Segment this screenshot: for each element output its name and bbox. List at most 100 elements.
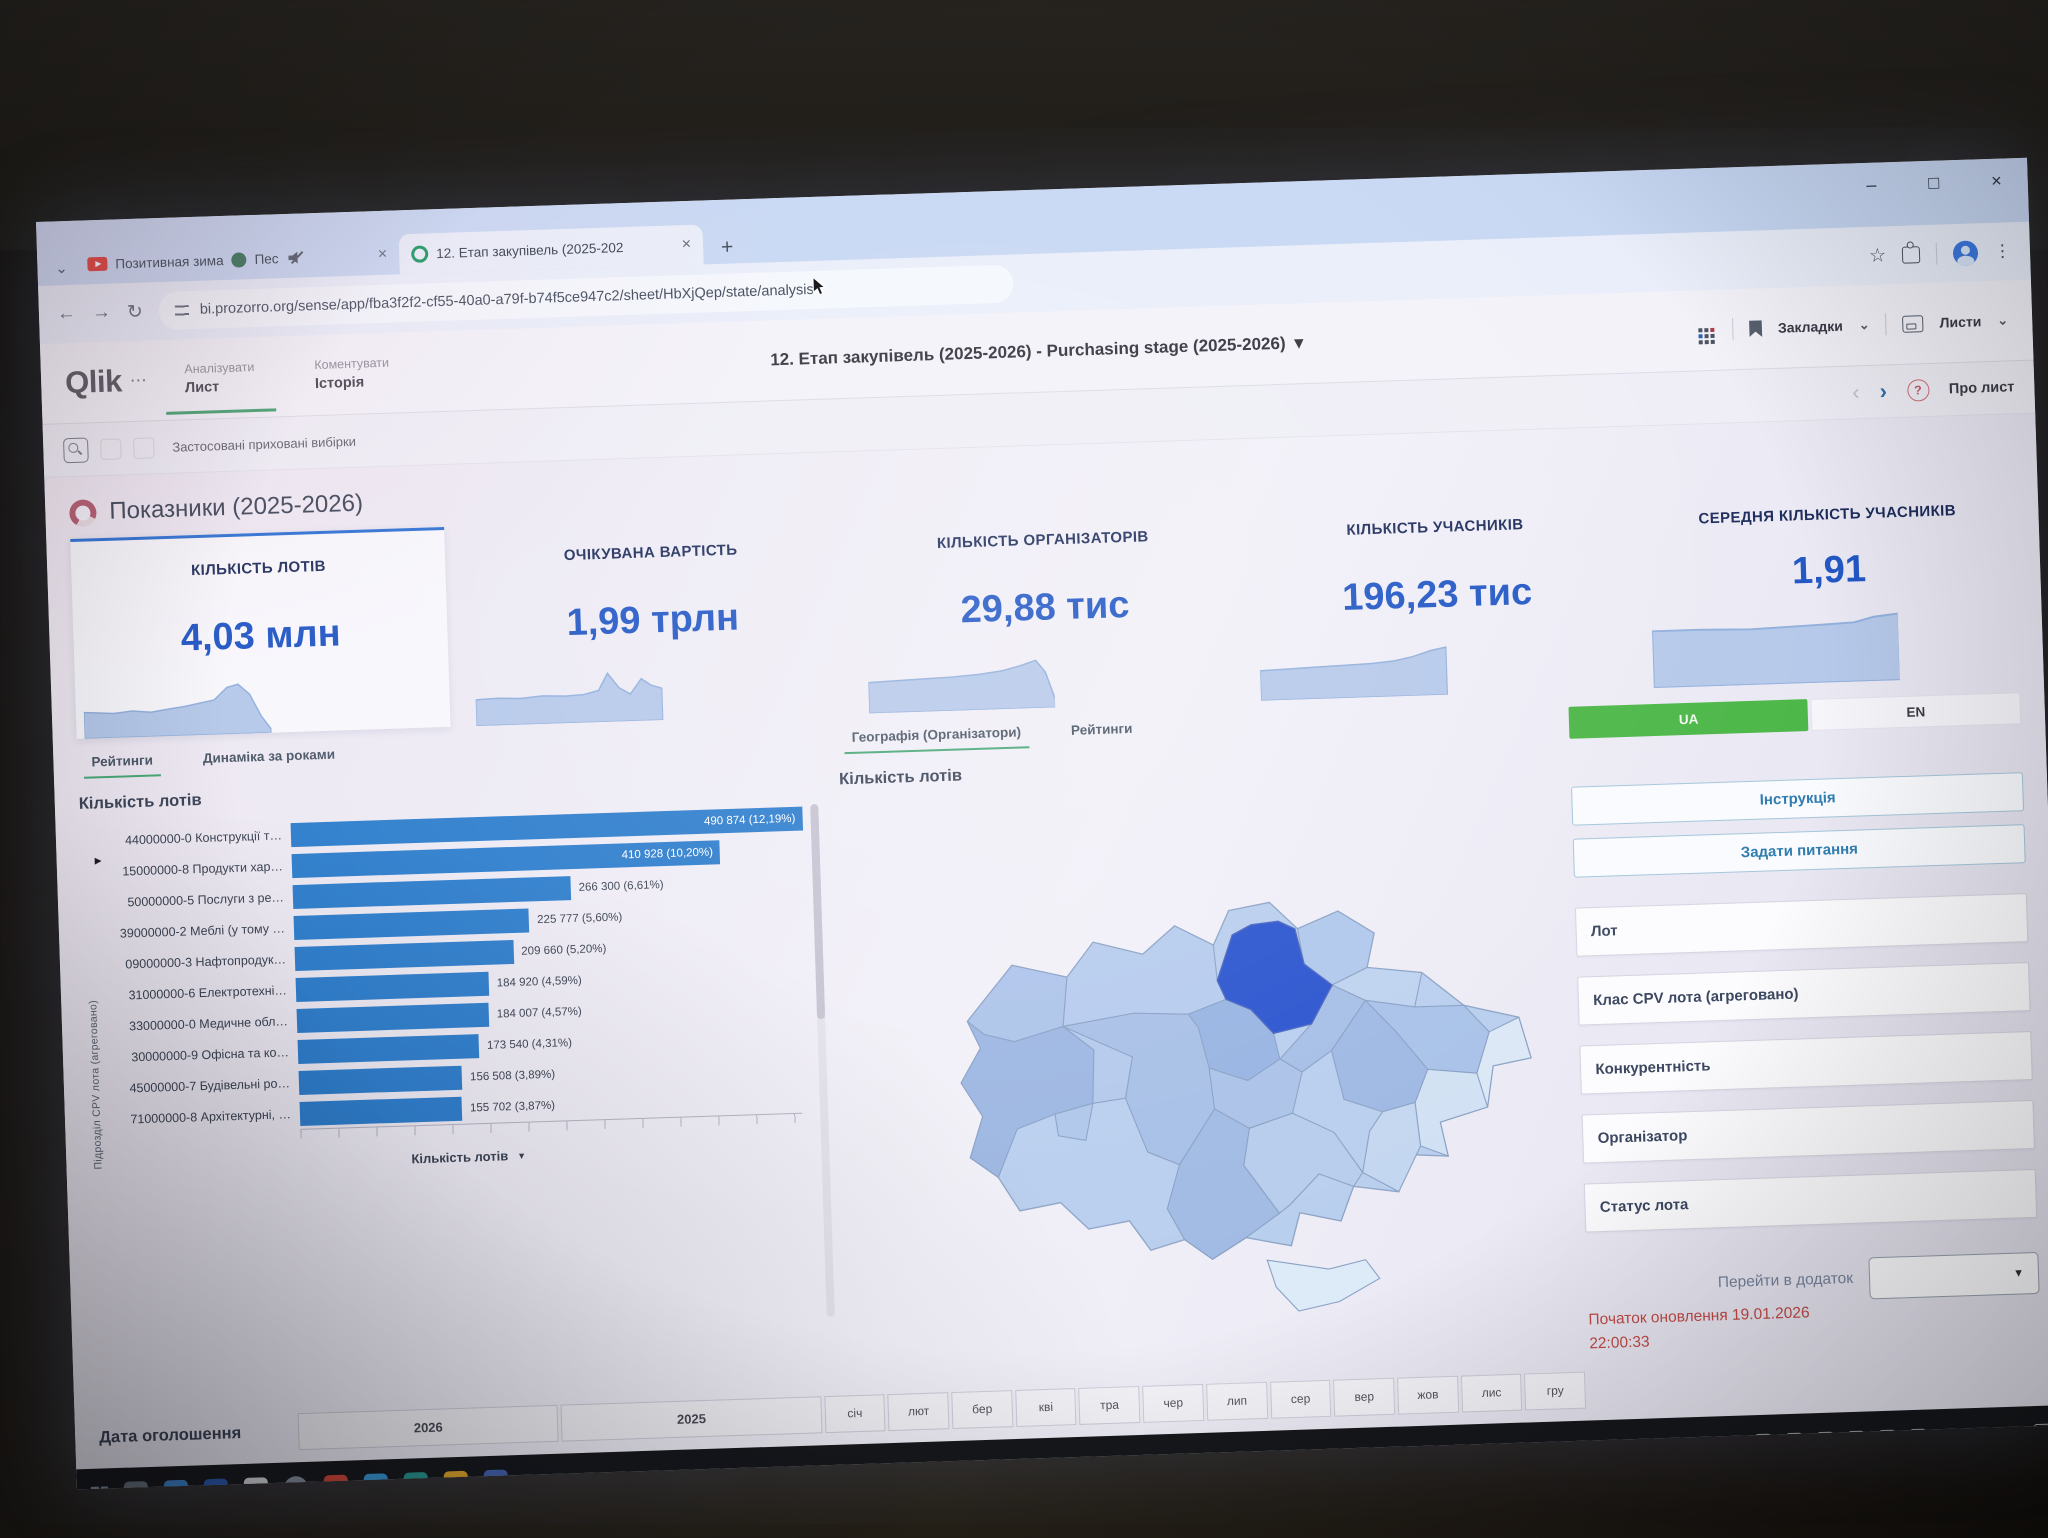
ukraine-choropleth-map[interactable] (840, 778, 1568, 1380)
month-cell[interactable]: чер (1142, 1383, 1204, 1422)
app-overview-grid-icon[interactable] (1698, 329, 1702, 333)
tab-close-icon[interactable]: × (681, 236, 691, 254)
bookmark-star-icon[interactable]: ☆ (1869, 244, 1887, 268)
chart-scrollbar[interactable] (810, 804, 835, 1317)
month-cell[interactable]: жов (1397, 1375, 1459, 1414)
maximize-button[interactable]: □ (1928, 173, 1940, 194)
nav-narrate-story[interactable]: Коментувати Історія (283, 332, 420, 416)
tab-geography-organizers[interactable]: Географія (Організатори) (852, 724, 1022, 753)
qlik-logo[interactable]: Qlik (65, 363, 123, 401)
tab-muted-speaker-icon[interactable] (288, 251, 303, 264)
month-cell[interactable]: кві (1015, 1388, 1077, 1427)
month-cell[interactable]: сер (1270, 1379, 1332, 1418)
year-cell-2025[interactable]: 2025 (561, 1396, 822, 1441)
x-axis-label[interactable]: Кількість лотів ▼ (124, 1138, 813, 1175)
bar[interactable] (294, 908, 530, 940)
prev-sheet-icon[interactable]: ‹ (1852, 379, 1860, 405)
month-cell[interactable]: бер (951, 1390, 1013, 1429)
instruction-button[interactable]: Інструкція (1571, 772, 2024, 826)
kpi-card-organizers[interactable]: КІЛЬКІСТЬ ОРГАНІЗАТОРІВ 29,88 тис (855, 502, 1236, 714)
language-en-button[interactable]: EN (1811, 692, 2022, 731)
notification-center-icon[interactable] (2034, 1423, 2048, 1441)
site-settings-icon[interactable] (175, 305, 189, 316)
chevron-down-icon[interactable]: ⌄ (1997, 312, 2008, 328)
kpi-card-avg-participants[interactable]: СЕРЕДНЯ КІЛЬКІСТЬ УЧАСНИКІВ 1,91 (1639, 476, 2020, 688)
year-cell-2026[interactable]: 2026 (298, 1404, 559, 1449)
minimize-button[interactable]: – (1866, 175, 1877, 196)
display-icon[interactable] (1786, 1433, 1802, 1448)
selections-back-icon[interactable] (100, 438, 122, 460)
tab-close-icon[interactable]: × (378, 246, 388, 264)
sheets-icon[interactable] (1902, 315, 1924, 333)
month-cell[interactable]: січ (824, 1394, 886, 1433)
extensions-icon[interactable] (1902, 246, 1921, 264)
close-button[interactable]: × (1991, 171, 2002, 192)
tab-ratings[interactable]: Рейтинги (1071, 721, 1133, 747)
tab-dynamics-by-years[interactable]: Динаміка за роками (203, 747, 336, 775)
reload-icon[interactable]: ↻ (127, 300, 144, 324)
taskbar-app-icon[interactable] (204, 1478, 229, 1489)
qlik-menu-dots-icon[interactable]: ⋯ (129, 371, 147, 392)
month-cell[interactable]: вер (1333, 1377, 1395, 1416)
about-sheet-label[interactable]: Про лист (1949, 379, 2015, 397)
bar[interactable] (296, 971, 490, 1001)
taskbar-app-icon[interactable] (484, 1469, 509, 1489)
wifi-icon[interactable] (1879, 1430, 1895, 1445)
taskbar-app-icon[interactable] (124, 1481, 149, 1489)
url-text[interactable]: bi.prozorro.org/sense/app/fba3f2f2-cf55-… (200, 282, 814, 318)
kpi-card-expected-value[interactable]: ОЧІКУВАНА ВАРТІСТЬ 1,99 трлн (462, 514, 843, 726)
keyboard-icon[interactable] (1910, 1429, 1926, 1444)
taskbar-app-icon[interactable] (404, 1472, 429, 1489)
taskbar-app-icon[interactable] (324, 1475, 349, 1490)
filter-lot[interactable]: Лот (1575, 893, 2028, 957)
sort-caret-icon[interactable]: ▼ (517, 1150, 526, 1160)
tray-app-icon[interactable] (1727, 1435, 1740, 1448)
forward-icon[interactable]: → (92, 302, 112, 325)
tab-ratings[interactable]: Рейтинги (91, 753, 153, 779)
bookmark-icon[interactable] (1749, 320, 1763, 337)
filter-organizer[interactable]: Організатор (1582, 1100, 2035, 1164)
bar[interactable] (297, 1002, 490, 1032)
sheet-title[interactable]: 12. Етап закупівель (2025-2026) - Purcha… (770, 333, 1303, 370)
language-ua-button[interactable]: UA (1569, 699, 1809, 739)
bar[interactable] (300, 1096, 463, 1125)
month-cell[interactable]: лип (1206, 1381, 1268, 1420)
browser-menu-icon[interactable]: ⋮ (1994, 241, 2013, 262)
kpi-card-lots[interactable]: КІЛЬКІСТЬ ЛОТІВ 4,03 млн (70, 527, 451, 739)
month-cell[interactable]: лют (888, 1392, 950, 1431)
back-icon[interactable]: ← (57, 303, 77, 326)
chevron-down-icon[interactable]: ⌄ (1859, 317, 1870, 333)
bookmarks-label[interactable]: Закладки (1778, 318, 1843, 336)
tab-search-icon[interactable]: ⌄ (47, 251, 76, 286)
selections-forward-icon[interactable] (133, 437, 155, 459)
filter-cpv-class[interactable]: Клас CPV лота (агреговано) (1577, 962, 2030, 1026)
input-language-indicator[interactable]: ENG (1941, 1427, 1971, 1443)
taskbar-app-icon[interactable] (364, 1473, 389, 1489)
windows-start-icon[interactable] (91, 1486, 109, 1489)
next-sheet-icon[interactable]: › (1879, 378, 1887, 404)
taskbar-app-icon[interactable] (444, 1471, 469, 1490)
profile-avatar[interactable] (1953, 240, 1979, 266)
month-cell[interactable]: лис (1461, 1373, 1523, 1412)
bar[interactable] (299, 1065, 463, 1094)
speaker-icon[interactable] (1848, 1431, 1864, 1446)
help-question-icon[interactable]: ? (1907, 379, 1930, 402)
goto-app-dropdown[interactable]: ▼ (1868, 1252, 2039, 1299)
taskbar-app-icon[interactable] (244, 1477, 269, 1489)
ask-question-button[interactable]: Задати питання (1573, 824, 2026, 878)
new-tab-button[interactable]: + (711, 231, 744, 264)
battery-icon[interactable] (1817, 1432, 1833, 1447)
nav-analyze-sheet[interactable]: Аналізувати Лист (153, 336, 286, 420)
map-region[interactable] (1414, 1067, 1489, 1157)
filter-lot-status[interactable]: Статус лота (1584, 1169, 2037, 1233)
month-cell[interactable]: тра (1079, 1386, 1141, 1425)
taskbar-app-icon[interactable] (284, 1476, 309, 1489)
bar[interactable] (295, 939, 514, 970)
clock[interactable]: 10:13 (1985, 1425, 2019, 1441)
kpi-card-participants[interactable]: КІЛЬКІСТЬ УЧАСНИКІВ 196,23 тис (1247, 489, 1628, 701)
shield-icon[interactable] (1755, 1434, 1771, 1449)
taskbar-app-icon[interactable] (164, 1480, 189, 1490)
tray-app-icon[interactable] (1699, 1436, 1712, 1449)
bar[interactable] (298, 1034, 480, 1064)
sheets-label[interactable]: Листи (1939, 313, 1981, 330)
